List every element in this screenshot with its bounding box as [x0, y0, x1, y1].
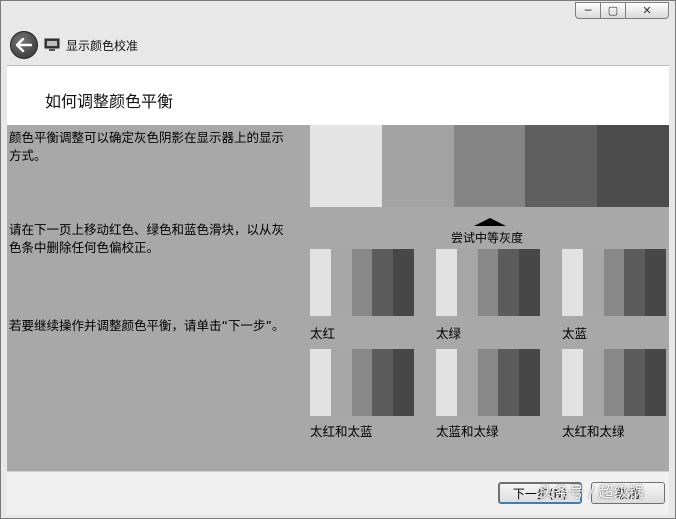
- monitor-icon: [44, 38, 60, 51]
- close-button[interactable]: ✕: [625, 2, 669, 19]
- sample-swatch: [330, 349, 352, 416]
- sample-label: 太红: [310, 326, 336, 341]
- color-cast-sample-strip: [562, 349, 666, 416]
- sample-swatch: [372, 249, 394, 316]
- watermark: 头条号 / 超级锅: [539, 483, 644, 501]
- sample-swatch: [603, 349, 625, 416]
- sample-swatch: [436, 249, 457, 316]
- back-arrow-icon: [16, 38, 32, 52]
- sample-swatch: [603, 249, 625, 316]
- color-cast-sample-strip: [310, 349, 414, 416]
- up-arrow-icon: [474, 218, 506, 226]
- sample-swatch: [562, 249, 583, 316]
- sample-swatch: [582, 249, 604, 316]
- color-cast-sample-strip: [436, 249, 540, 316]
- sample-swatch: [436, 349, 457, 416]
- sample-swatch: [351, 349, 373, 416]
- instruction-text-2: 请在下一页上移动红色、绿色和蓝色滑块，以从灰色条中删除任何色偏校正。: [9, 222, 285, 255]
- wizard-header: 显示颜色校准: [7, 27, 667, 63]
- target-gray-label: 尝试中等灰度: [450, 231, 523, 245]
- sample-swatch: [393, 249, 414, 316]
- sample-swatch: [456, 349, 478, 416]
- maximize-icon: ▢: [607, 4, 619, 17]
- sample-swatch: [519, 349, 540, 416]
- sample-swatch: [562, 349, 583, 416]
- sample-label: 太蓝: [562, 326, 588, 341]
- color-cast-sample-strip: [310, 249, 414, 316]
- sample-swatch: [310, 249, 331, 316]
- close-icon: ✕: [642, 4, 652, 17]
- page-title-band: 如何调整颜色平衡: [7, 65, 669, 126]
- sample-swatch: [498, 249, 520, 316]
- sample-swatch: [456, 249, 478, 316]
- instruction-text-1: 颜色平衡调整可以确定灰色阴影在显示器上的显示方式。: [9, 130, 285, 163]
- sample-swatch: [624, 249, 646, 316]
- sample-swatch: [498, 349, 520, 416]
- sample-swatch: [645, 249, 666, 316]
- back-button[interactable]: [10, 31, 38, 59]
- sample-swatch: [582, 349, 604, 416]
- minimize-button[interactable]: ─: [575, 2, 601, 19]
- app-title: 显示颜色校准: [66, 38, 139, 53]
- color-cast-sample-strip: [436, 349, 540, 416]
- sample-label: 太蓝和太绿: [436, 424, 499, 439]
- calibration-window: ─ ▢ ✕ 显示颜色校准 如何调整颜色平衡 颜色平衡调整可以确定灰色阴影在显示器…: [0, 0, 676, 519]
- content-area: 颜色平衡调整可以确定灰色阴影在显示器上的显示方式。 请在下一页上移动红色、绿色和…: [7, 125, 669, 471]
- sample-swatch: [372, 349, 394, 416]
- caption-buttons: ─ ▢ ✕: [575, 2, 669, 19]
- color-cast-sample-strip: [562, 249, 666, 316]
- sample-swatch: [477, 349, 499, 416]
- sample-swatch: [477, 249, 499, 316]
- sample-label: 太红和太绿: [562, 424, 625, 439]
- instruction-text-3: 若要继续操作并调整颜色平衡，请单击“下一步”。: [9, 318, 285, 333]
- reference-gray-bar: [310, 125, 669, 207]
- minimize-icon: ─: [584, 4, 592, 17]
- sample-label: 太红和太蓝: [310, 424, 373, 439]
- sample-swatch: [645, 349, 666, 416]
- sample-swatch: [310, 349, 331, 416]
- reference-swatch: [525, 125, 598, 207]
- sample-swatch: [351, 249, 373, 316]
- sample-swatch: [624, 349, 646, 416]
- sample-swatch: [393, 349, 414, 416]
- sample-label: 太绿: [436, 326, 462, 341]
- sample-swatch: [519, 249, 540, 316]
- reference-swatch: [310, 125, 382, 207]
- page-title: 如何调整颜色平衡: [45, 92, 174, 111]
- reference-swatch: [453, 125, 526, 207]
- sample-swatch: [330, 249, 352, 316]
- maximize-button[interactable]: ▢: [600, 2, 626, 19]
- reference-swatch: [597, 125, 669, 207]
- reference-swatch: [381, 125, 454, 207]
